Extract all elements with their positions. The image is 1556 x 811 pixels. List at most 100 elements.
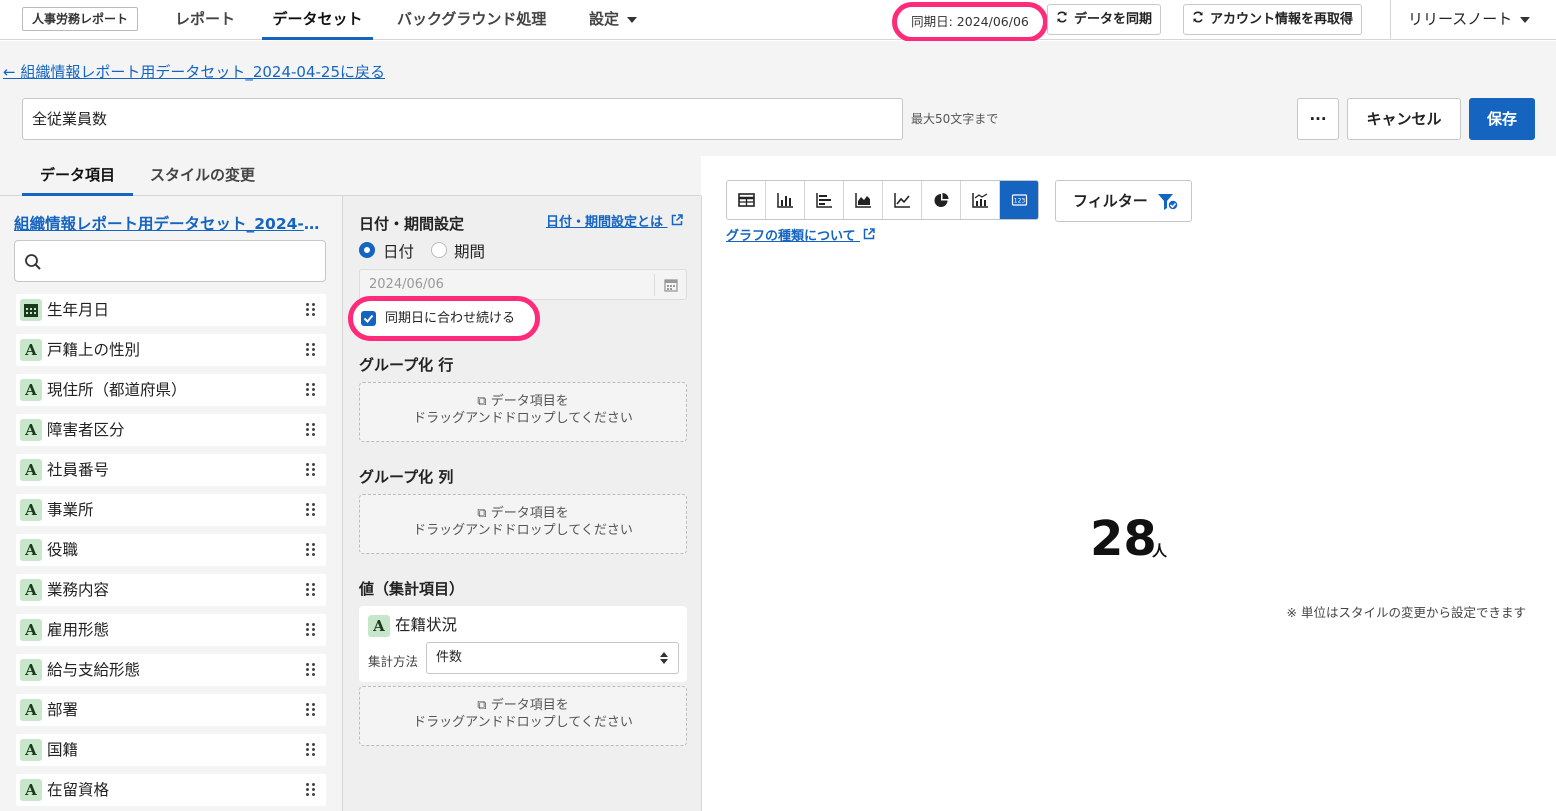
drag-handle-icon[interactable] bbox=[306, 303, 316, 317]
field-item[interactable]: A 役職 bbox=[16, 534, 326, 566]
filter-button[interactable]: フィルター bbox=[1055, 180, 1192, 222]
nav-tab-reports[interactable]: レポート bbox=[175, 0, 235, 40]
cancel-button[interactable]: キャンセル bbox=[1347, 98, 1461, 140]
date-input-value: 2024/06/06 bbox=[369, 277, 444, 292]
field-item[interactable]: A 現住所（都道府県） bbox=[16, 374, 326, 406]
text-type-icon: A bbox=[20, 459, 42, 481]
more-options-button[interactable]: ··· bbox=[1297, 98, 1339, 140]
field-label: 国籍 bbox=[47, 741, 79, 759]
sort-updown-icon bbox=[660, 652, 668, 664]
field-item[interactable]: A 障害者区分 bbox=[16, 414, 326, 446]
group-column-title: グループ化 列 bbox=[359, 468, 454, 486]
field-item[interactable]: A 戸籍上の性別 bbox=[16, 334, 326, 366]
area-chart-icon[interactable] bbox=[844, 181, 883, 219]
nav-tab-background-jobs[interactable]: バックグラウンド処理 bbox=[397, 0, 546, 40]
unit-setting-note: ※ 単位はスタイルの変更から設定できます bbox=[1286, 605, 1526, 620]
checkbox-checked[interactable] bbox=[361, 311, 376, 326]
date-settings-title: 日付・期間設定 bbox=[359, 215, 465, 233]
kpi-value: 28 bbox=[1090, 511, 1157, 567]
radio-date[interactable] bbox=[359, 242, 375, 258]
field-label: 部署 bbox=[47, 701, 79, 719]
editor-header: ← 組織情報レポート用データセット_2024-04-25に戻る 全従業員数 最大… bbox=[0, 41, 1556, 156]
text-type-icon: A bbox=[20, 739, 42, 761]
chart-types-help-link[interactable]: グラフの種類について bbox=[726, 225, 875, 244]
drag-handle-icon[interactable] bbox=[306, 743, 316, 757]
aggregation-label: 集計方法 bbox=[368, 654, 419, 669]
table-icon[interactable] bbox=[727, 181, 766, 219]
text-type-icon: A bbox=[20, 419, 42, 441]
drag-handle-icon[interactable] bbox=[306, 463, 316, 477]
release-notes-label: リリースノート bbox=[1408, 10, 1513, 28]
field-search-input[interactable] bbox=[14, 240, 326, 282]
external-link-icon bbox=[671, 214, 683, 226]
horizontal-bar-icon[interactable] bbox=[805, 181, 844, 219]
value-dropzone[interactable]: ⧉ データ項目を ドラッグアンドドロップしてください bbox=[359, 686, 687, 746]
dataset-title-link[interactable]: 組織情報レポート用データセット_2024-04-25 bbox=[14, 212, 326, 234]
group-column-dropzone[interactable]: ⧉ データ項目を ドラッグアンドドロップしてください bbox=[359, 494, 687, 554]
refetch-account-button[interactable]: アカウント情報を再取得 bbox=[1183, 4, 1363, 35]
aggregation-select[interactable]: 件数 bbox=[426, 642, 679, 674]
drag-drop-icon: ⧉ bbox=[477, 698, 487, 713]
date-settings-help-link[interactable]: 日付・期間設定とは bbox=[546, 211, 683, 230]
settings-panel: 日付・期間設定 日付・期間設定とは 日付 期間 2024/06/06 同期日に合… bbox=[342, 196, 702, 811]
bar-chart-icon[interactable] bbox=[766, 181, 805, 219]
radio-period-label: 期間 bbox=[454, 243, 486, 261]
field-item[interactable]: A 雇用形態 bbox=[16, 614, 326, 646]
filter-active-icon bbox=[1158, 194, 1179, 211]
field-label: 業務内容 bbox=[47, 581, 110, 599]
release-notes-menu[interactable]: リリースノート bbox=[1408, 0, 1531, 40]
field-label: 事業所 bbox=[47, 501, 94, 519]
drag-handle-icon[interactable] bbox=[306, 343, 316, 357]
app-logo[interactable]: 人事労務レポート bbox=[22, 7, 139, 31]
field-label: 現住所（都道府県） bbox=[47, 381, 187, 399]
drag-handle-icon[interactable] bbox=[306, 783, 316, 797]
number-card-icon[interactable]: 123 bbox=[1000, 181, 1038, 219]
field-item[interactable]: A 国籍 bbox=[16, 734, 326, 766]
group-row-dropzone[interactable]: ⧉ データ項目を ドラッグアンドドロップしてください bbox=[359, 382, 687, 442]
chart-types-help-label: グラフの種類について bbox=[726, 229, 856, 244]
search-icon bbox=[25, 254, 41, 270]
tab-style-change[interactable]: スタイルの変更 bbox=[150, 156, 255, 196]
field-label: 戸籍上の性別 bbox=[47, 341, 141, 359]
value-aggregate-title: 値（集計項目） bbox=[359, 580, 465, 598]
field-item[interactable]: A 業務内容 bbox=[16, 574, 326, 606]
line-chart-icon[interactable] bbox=[883, 181, 922, 219]
drag-handle-icon[interactable] bbox=[306, 383, 316, 397]
keep-sync-date-checkbox[interactable]: 同期日に合わせ続ける bbox=[348, 296, 540, 341]
drag-handle-icon[interactable] bbox=[306, 503, 316, 517]
dropzone-text-2: ドラッグアンドドロップしてください bbox=[413, 523, 633, 538]
drag-handle-icon[interactable] bbox=[306, 703, 316, 717]
save-button[interactable]: 保存 bbox=[1469, 98, 1535, 140]
drag-handle-icon[interactable] bbox=[306, 583, 316, 597]
field-item[interactable]: A 給与支給形態 bbox=[16, 654, 326, 686]
back-to-dataset-link[interactable]: ← 組織情報レポート用データセット_2024-04-25に戻る bbox=[3, 61, 385, 82]
report-name-input[interactable]: 全従業員数 bbox=[22, 98, 903, 140]
field-item[interactable]: A 在留資格 bbox=[16, 774, 326, 806]
nav-tab-settings[interactable]: 設定 bbox=[589, 0, 638, 40]
drag-drop-icon: ⧉ bbox=[477, 394, 487, 409]
field-item[interactable]: A 部署 bbox=[16, 694, 326, 726]
dropzone-text-2: ドラッグアンドドロップしてください bbox=[413, 411, 633, 426]
sync-data-button[interactable]: データを同期 bbox=[1047, 4, 1162, 35]
radio-period[interactable] bbox=[431, 242, 447, 258]
chevron-down-icon bbox=[627, 16, 638, 23]
combo-chart-icon[interactable] bbox=[961, 181, 1000, 219]
drag-handle-icon[interactable] bbox=[306, 423, 316, 437]
field-item[interactable]: A 事業所 bbox=[16, 494, 326, 526]
drag-handle-icon[interactable] bbox=[306, 543, 316, 557]
text-type-icon: A bbox=[20, 499, 42, 521]
text-type-icon: A bbox=[20, 579, 42, 601]
dropzone-text-1: データ項目を bbox=[490, 698, 569, 713]
tab-data-fields[interactable]: データ項目 bbox=[22, 156, 133, 196]
field-item[interactable]: A 社員番号 bbox=[16, 454, 326, 486]
kpi-unit: 人 bbox=[1152, 542, 1168, 560]
date-settings-help-label: 日付・期間設定とは bbox=[546, 215, 664, 230]
text-type-icon: A bbox=[20, 659, 42, 681]
pie-chart-icon[interactable] bbox=[922, 181, 961, 219]
nav-tab-datasets[interactable]: データセット bbox=[262, 0, 373, 40]
field-item[interactable]: 生年月日 bbox=[16, 294, 326, 326]
value-field-label: 在籍状況 bbox=[395, 616, 458, 634]
drag-handle-icon[interactable] bbox=[306, 623, 316, 637]
dropzone-text-1: データ項目を bbox=[490, 506, 569, 521]
drag-handle-icon[interactable] bbox=[306, 663, 316, 677]
